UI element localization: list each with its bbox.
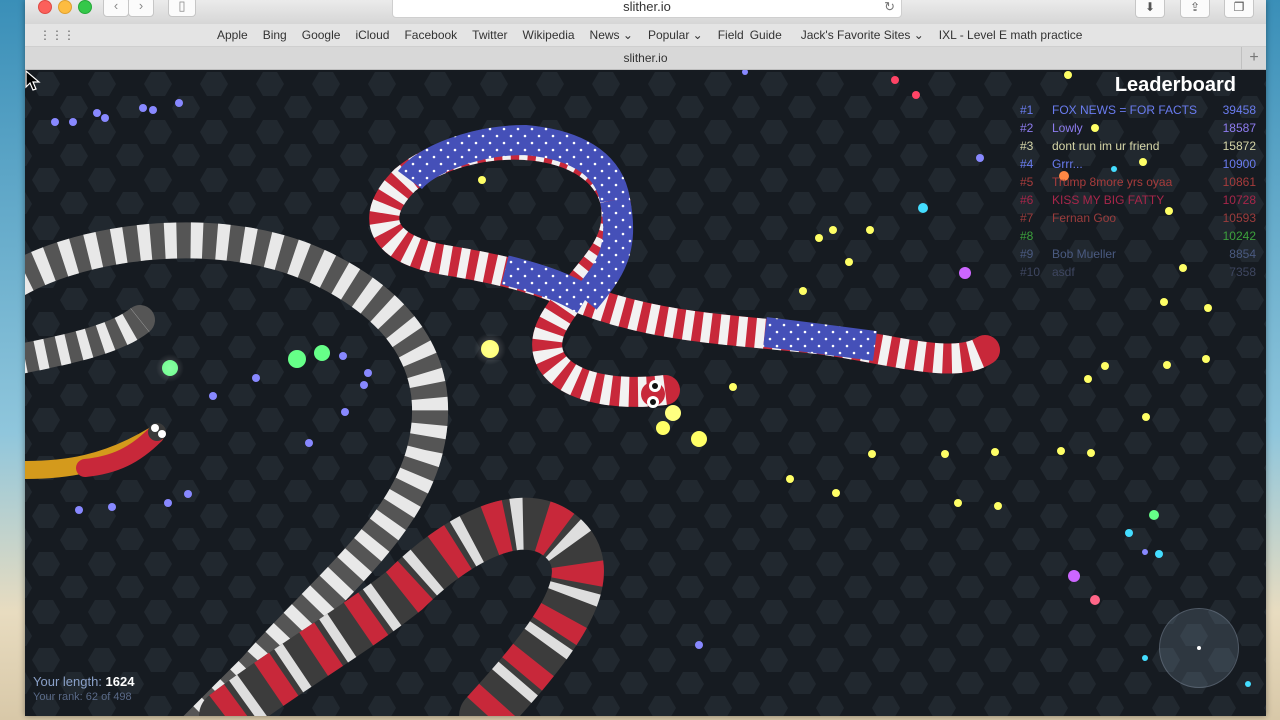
leaderboard: Leaderboard #1 FOX NEWS = FOR FACTS 39458 #…	[1020, 74, 1256, 283]
tabs-icon: ❐	[1233, 0, 1245, 14]
leaderboard-name: Lowly	[1052, 121, 1083, 135]
address-bar[interactable]: slither.io ↻	[392, 0, 902, 18]
share-icon: ⇪	[1189, 0, 1201, 14]
leaderboard-rank: #6	[1020, 193, 1034, 207]
bookmark-twitter[interactable]: Twitter	[472, 28, 507, 42]
leaderboard-row: #10 asdf 7358	[1020, 265, 1256, 283]
bookmark-wikipedia[interactable]: Wikipedia	[523, 28, 575, 42]
close-window-button[interactable]	[38, 0, 52, 14]
sidebar-button[interactable]: ▯	[168, 0, 196, 17]
grid-icon[interactable]: ⋮⋮⋮	[39, 28, 75, 42]
leaderboard-rank: #8	[1020, 229, 1034, 243]
leaderboard-score: 8854	[1229, 247, 1256, 261]
downloads-button[interactable]: ⬇	[1135, 0, 1165, 18]
leaderboard-row: #6 KISS MY BIG FATTY 10728	[1020, 193, 1256, 211]
show-tabs-button[interactable]: ❐	[1224, 0, 1254, 18]
bookmarks-bar: ⋮⋮⋮ Apple Bing Google iCloud Facebook Tw…	[25, 24, 1266, 47]
leaderboard-rank: #7	[1020, 211, 1034, 225]
pointer-cursor-icon	[25, 70, 41, 91]
leaderboard-score: 10728	[1222, 193, 1256, 207]
bookmark-google[interactable]: Google	[302, 28, 341, 42]
download-icon: ⬇	[1144, 0, 1156, 14]
leaderboard-row: #5 Trump 8more yrs oyaa 10861	[1020, 175, 1256, 193]
leaderboard-score: 10861	[1222, 175, 1256, 189]
bookmark-list: Apple Bing Google iCloud Facebook Twitte…	[217, 24, 1097, 46]
leaderboard-row: #8 10242	[1020, 229, 1256, 247]
leaderboard-row: #2 Lowly 18587	[1020, 121, 1256, 139]
leaderboard-row: #4 Grrr... 10900	[1020, 157, 1256, 175]
leaderboard-rank: #2	[1020, 121, 1034, 135]
bookmark-facebook[interactable]: Facebook	[404, 28, 457, 42]
zoom-window-button[interactable]	[78, 0, 92, 14]
leaderboard-name: Fernan Goo	[1052, 211, 1117, 225]
plus-icon: +	[1249, 49, 1259, 66]
leaderboard-row: #1 FOX NEWS = FOR FACTS 39458	[1020, 103, 1256, 121]
minimap-player-dot	[1197, 646, 1201, 650]
your-rank: Your rank: 62 of 498	[33, 691, 132, 703]
bookmark-field[interactable]: Field	[718, 28, 744, 42]
leaderboard-score: 18587	[1222, 121, 1256, 135]
leaderboard-score: 7358	[1229, 265, 1256, 279]
leaderboard-rank: #5	[1020, 175, 1034, 189]
leaderboard-score: 10242	[1222, 229, 1256, 243]
bookmark-bing[interactable]: Bing	[263, 28, 287, 42]
leaderboard-rank: #10	[1020, 265, 1041, 279]
leaderboard-name: asdf	[1052, 265, 1075, 279]
minimize-window-button[interactable]	[58, 0, 72, 14]
leaderboard-name: dont run im ur friend	[1052, 139, 1160, 153]
bookmark-ixl[interactable]: IXL - Level E math practice	[939, 28, 1083, 42]
leaderboard-title: Leaderboard	[1114, 74, 1236, 96]
leaderboard-rank: #3	[1020, 139, 1034, 153]
sidebar-icon: ▯	[178, 0, 186, 13]
leaderboard-score: 10900	[1222, 157, 1256, 171]
tab-slither[interactable]: slither.io	[25, 47, 1266, 69]
leaderboard-rows: #1 FOX NEWS = FOR FACTS 39458 #2 Lowly 18587 #…	[1020, 103, 1256, 283]
leaderboard-name: Trump 8more yrs oyaa	[1052, 175, 1173, 189]
your-length-label: Your length:	[33, 674, 102, 689]
leaderboard-score: 10593	[1222, 211, 1256, 225]
chevron-left-icon: ‹	[113, 0, 119, 13]
chevron-right-icon: ›	[138, 0, 144, 13]
leaderboard-row: #7 Fernan Goo 10593	[1020, 211, 1256, 229]
back-button[interactable]: ‹	[103, 0, 129, 17]
leaderboard-score: 39458	[1222, 103, 1256, 117]
leaderboard-row: #9 Bob Mueller 8854	[1020, 247, 1256, 265]
bookmark-apple[interactable]: Apple	[217, 28, 248, 42]
leaderboard-name: Bob Mueller	[1052, 247, 1117, 261]
leaderboard-name: Grrr...	[1052, 157, 1083, 171]
leaderboard-name: KISS MY BIG FATTY	[1052, 193, 1165, 207]
browser-window: ‹ › ▯ slither.io ↻ ⬇ ⇪ ❐ ⋮⋮⋮ Apple Bing …	[25, 0, 1266, 716]
bookmark-guide[interactable]: Guide	[750, 28, 782, 42]
reload-icon[interactable]: ↻	[884, 0, 895, 17]
your-length-value: 1624	[105, 674, 135, 689]
leaderboard-score: 15872	[1222, 139, 1256, 153]
your-length: Your length: 1624	[33, 674, 134, 689]
new-tab-button[interactable]: +	[1241, 47, 1266, 69]
leaderboard-rank: #1	[1020, 103, 1034, 117]
bookmark-popular-menu[interactable]: Popular ⌄	[648, 28, 703, 42]
bookmark-icloud[interactable]: iCloud	[355, 28, 389, 42]
forward-button[interactable]: ›	[128, 0, 154, 17]
game-canvas[interactable]: Leaderboard #1 FOX NEWS = FOR FACTS 39458 #…	[25, 70, 1266, 716]
bookmark-news-menu[interactable]: News ⌄	[590, 28, 633, 42]
leaderboard-rank: #9	[1020, 247, 1034, 261]
toolbar: ‹ › ▯ slither.io ↻ ⬇ ⇪ ❐	[25, 0, 1266, 24]
minimap-icon	[1159, 608, 1239, 688]
share-button[interactable]: ⇪	[1180, 0, 1210, 18]
leaderboard-row: #3 dont run im ur friend 15872	[1020, 139, 1256, 157]
url-text: slither.io	[623, 0, 671, 14]
bookmark-jacks-favorites-menu[interactable]: Jack's Favorite Sites ⌄	[801, 28, 924, 42]
leaderboard-rank: #4	[1020, 157, 1034, 171]
leaderboard-name: FOX NEWS = FOR FACTS	[1052, 103, 1198, 117]
player-stats: Your length: 1624 Your rank: 62 of 498	[33, 674, 134, 703]
tab-bar: slither.io +	[25, 47, 1266, 70]
